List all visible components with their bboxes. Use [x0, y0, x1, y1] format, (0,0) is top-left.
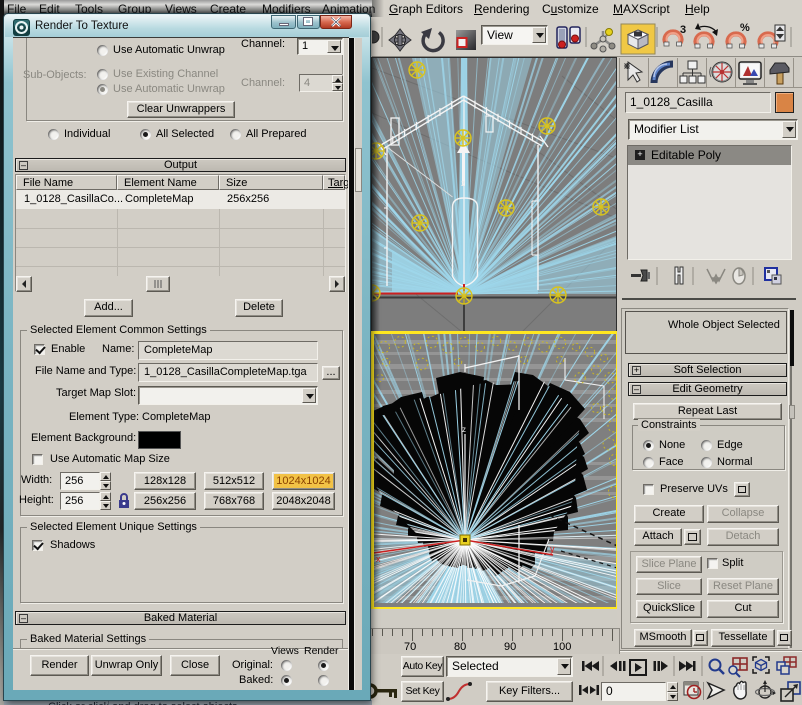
svg-text:%: % [740, 22, 750, 34]
svg-text:y: y [550, 544, 555, 554]
svg-text:z: z [461, 179, 465, 188]
svg-text:3: 3 [680, 24, 686, 36]
svg-text:z: z [462, 425, 466, 434]
